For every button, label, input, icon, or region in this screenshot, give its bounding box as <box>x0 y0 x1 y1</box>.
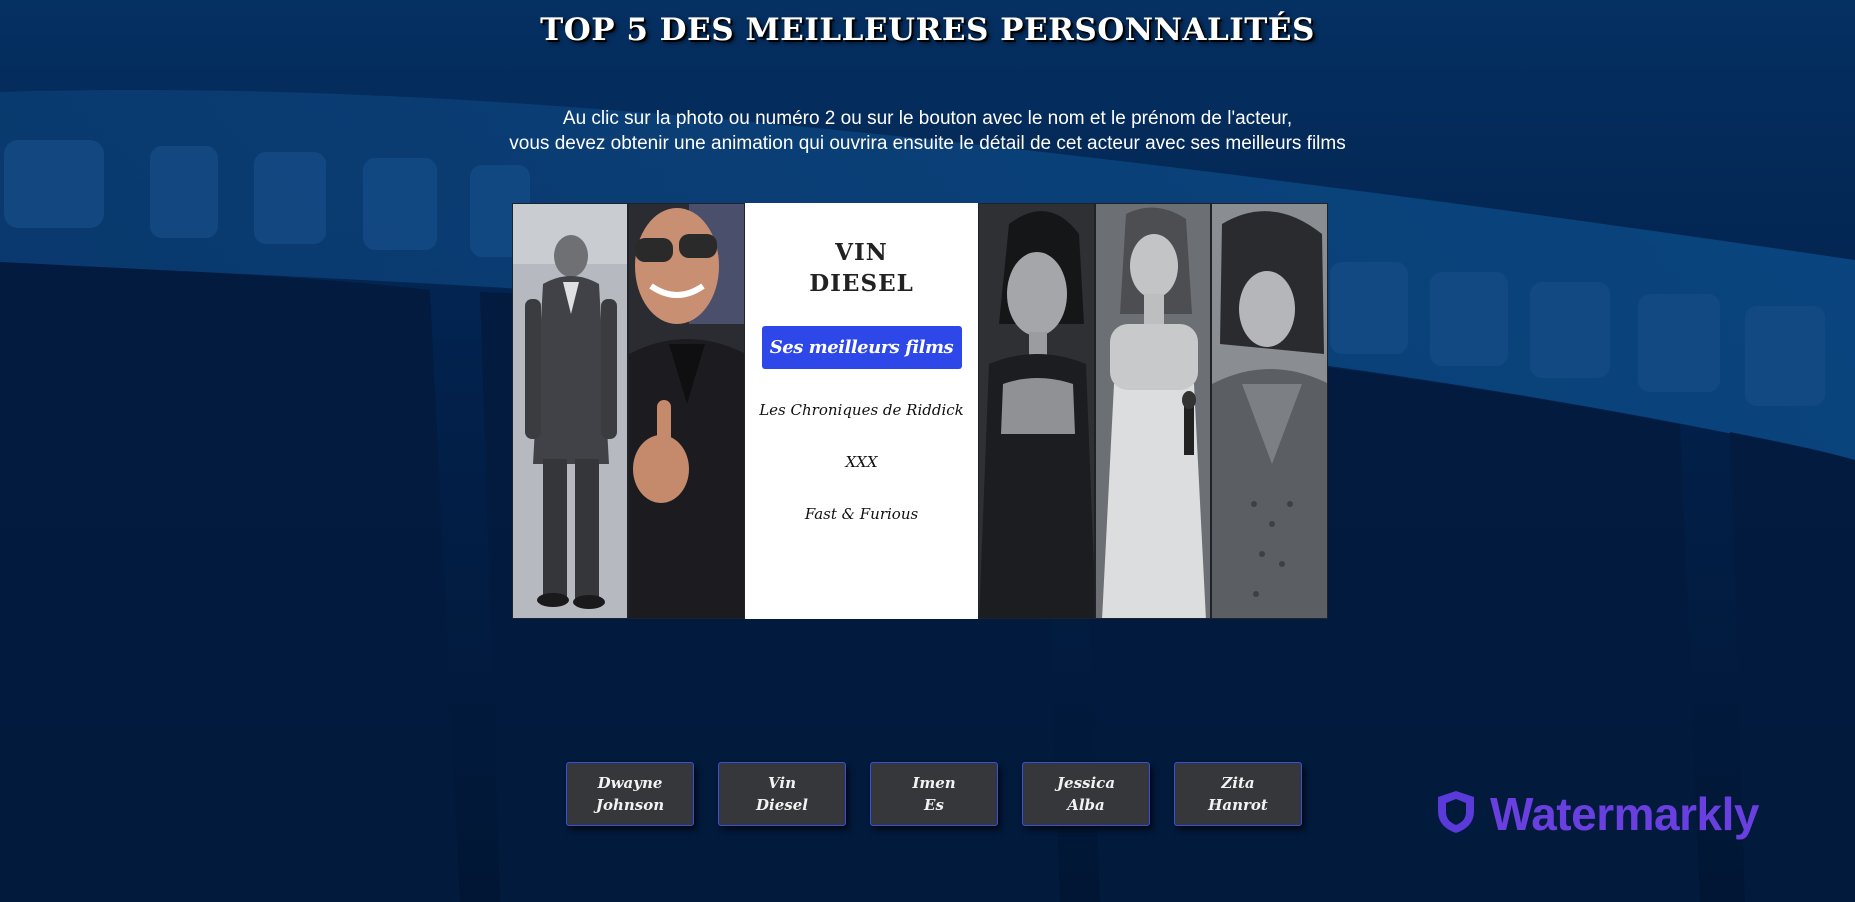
actor-gallery: VIN DIESEL Ses meilleurs films Les Chron… <box>512 203 1328 619</box>
film-item: Les Chroniques de Riddick <box>759 401 964 419</box>
name-button-last: Alba <box>1067 796 1105 814</box>
actor-detail-card: VIN DIESEL Ses meilleurs films Les Chron… <box>745 203 978 619</box>
name-button-first: Zita <box>1221 774 1255 792</box>
photo-imen-es[interactable] <box>978 203 1095 619</box>
film-item: XXX <box>845 453 878 471</box>
name-button-bar: Dwayne Johnson Vin Diesel Imen Es Jessic… <box>566 762 1302 826</box>
detail-last-name: DIESEL <box>809 270 914 297</box>
watermark-text: Watermarkly <box>1490 788 1759 840</box>
detail-actor-name: VIN DIESEL <box>746 237 977 299</box>
name-button-last: Diesel <box>756 796 808 814</box>
intro-text: Au clic sur la photo ou numéro 2 ou sur … <box>0 106 1855 156</box>
name-button-first: Dwayne <box>597 774 663 792</box>
intro-line-1: Au clic sur la photo ou numéro 2 ou sur … <box>562 108 1293 129</box>
best-films-button[interactable]: Ses meilleurs films <box>761 326 962 369</box>
name-button-first: Jessica <box>1056 774 1116 792</box>
name-button-first: Imen <box>912 774 956 792</box>
photo-jessica-alba[interactable] <box>1095 203 1211 619</box>
name-button-first: Vin <box>768 774 796 792</box>
film-item: Fast & Furious <box>804 505 919 523</box>
name-button-last: Johnson <box>595 796 665 814</box>
name-button-last: Hanrot <box>1208 796 1268 814</box>
name-button-dwayne-johnson[interactable]: Dwayne Johnson <box>566 762 694 826</box>
photo-vin-diesel[interactable] <box>628 203 745 619</box>
name-button-jessica-alba[interactable]: Jessica Alba <box>1022 762 1150 826</box>
intro-line-2: vous devez obtenir une animation qui ouv… <box>509 133 1346 154</box>
photo-zita-hanrot[interactable] <box>1211 203 1328 619</box>
name-button-zita-hanrot[interactable]: Zita Hanrot <box>1174 762 1302 826</box>
watermark: Watermarkly <box>1434 786 1759 842</box>
name-button-vin-diesel[interactable]: Vin Diesel <box>718 762 846 826</box>
photo-dwayne-johnson[interactable] <box>512 203 628 619</box>
name-button-last: Es <box>924 796 944 814</box>
name-button-imen-es[interactable]: Imen Es <box>870 762 998 826</box>
page-title: TOP 5 DES MEILLEURES PERSONNALITÉS <box>540 12 1315 48</box>
detail-first-name: VIN <box>835 239 888 266</box>
shield-icon <box>1434 789 1478 840</box>
